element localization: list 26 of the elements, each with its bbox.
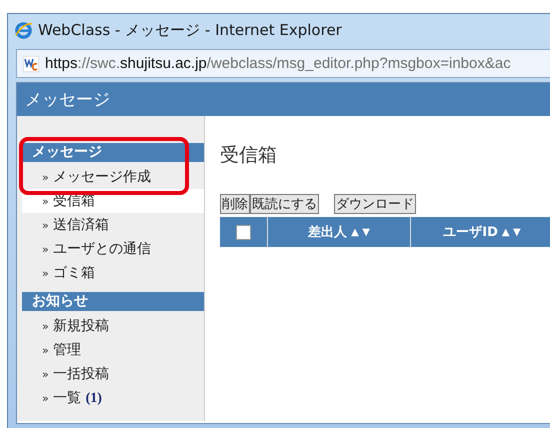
- sidebar-item[interactable]: » 一括投稿: [22, 362, 204, 386]
- app-title: メッセージ: [25, 89, 110, 111]
- sidebar-item[interactable]: » 一覧 (1): [22, 386, 204, 410]
- site-favicon-icon: [23, 56, 39, 72]
- url-text: /webclass/msg_editor.php?msgbox=inbox&ac: [206, 55, 511, 72]
- url-text: ://swc.: [78, 55, 120, 72]
- sidebar-item[interactable]: » 新規投稿: [22, 314, 204, 338]
- sidebar-item[interactable]: » メッセージ作成: [22, 165, 204, 189]
- window-title: WebClass - メッセージ - Internet Explorer: [38, 20, 342, 40]
- sidebar-section-header: メッセージ: [22, 143, 204, 162]
- select-all-checkbox[interactable]: [236, 224, 251, 240]
- url-text: shujitsu.ac.jp: [120, 55, 207, 72]
- toolbar-button[interactable]: 既読にする: [250, 194, 319, 214]
- browser-logo-icon: [14, 20, 33, 40]
- sidebar-item[interactable]: » ゴミ箱: [22, 261, 204, 285]
- page-heading: 受信箱: [220, 143, 278, 168]
- toolbar-button[interactable]: ダウンロード: [334, 194, 416, 214]
- sidebar-item[interactable]: » ユーザとの通信: [22, 237, 204, 261]
- sidebar-section-header: お知らせ: [22, 292, 204, 311]
- column-header[interactable]: 差出人 ▲ ▼: [268, 217, 411, 247]
- url-text: https: [45, 55, 78, 72]
- sidebar-item[interactable]: » 管理: [22, 338, 204, 362]
- address-bar[interactable]: https://swc.shujitsu.ac.jp/webclass/msg_editor.php?msgbox=inbox&ac: [16, 49, 550, 78]
- toolbar-button[interactable]: 削除: [220, 194, 250, 214]
- sidebar-item[interactable]: » 送信済箱: [22, 213, 204, 237]
- column-header[interactable]: ユーザID ▲ ▼: [411, 217, 550, 247]
